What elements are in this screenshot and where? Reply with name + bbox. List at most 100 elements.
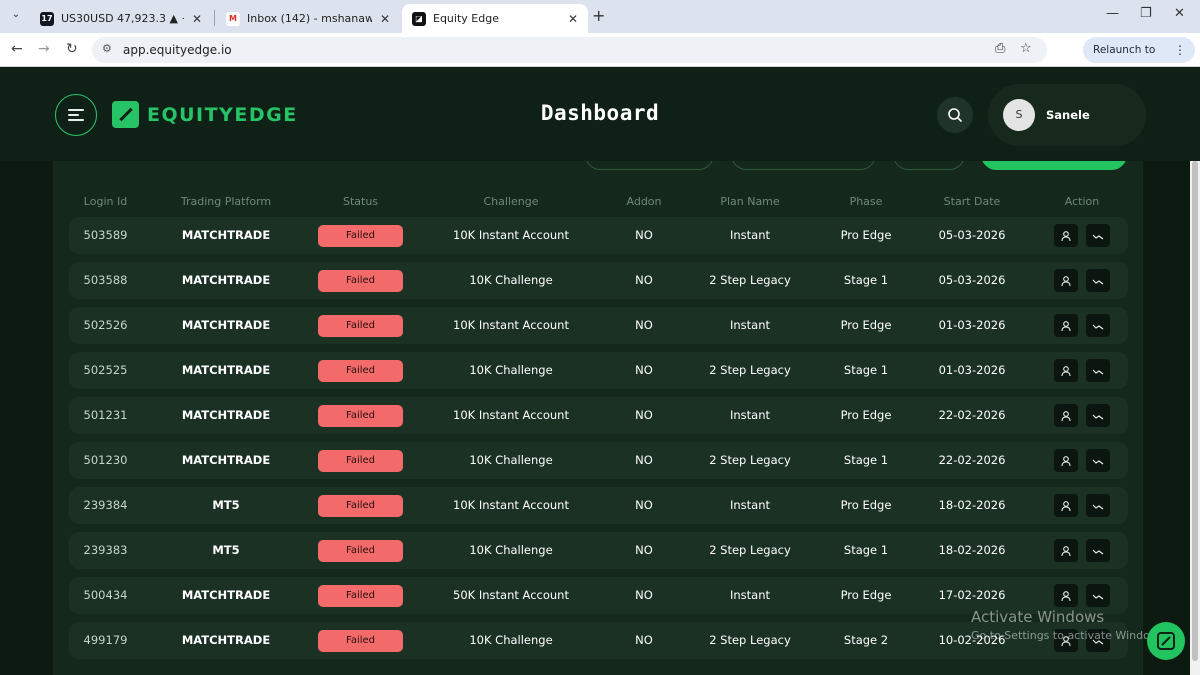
credentials-icon bbox=[1061, 500, 1071, 511]
tab-tradingview[interactable]: 17 US30USD 47,923.3 ▲ +0.46% U ✕ bbox=[30, 4, 212, 33]
cell-platform: MATCHTRADE bbox=[181, 408, 271, 422]
cell-plan-name: Instant bbox=[729, 228, 771, 242]
credentials-icon bbox=[1061, 410, 1071, 421]
analytics-button[interactable] bbox=[1086, 314, 1110, 337]
status-badge: Failed bbox=[318, 360, 403, 382]
analytics-button[interactable] bbox=[1086, 404, 1110, 427]
analytics-button[interactable] bbox=[1086, 494, 1110, 517]
install-app-icon[interactable]: ⎙ bbox=[995, 41, 1005, 56]
more-vert-icon[interactable]: ⋮ bbox=[1174, 37, 1186, 63]
bookmark-star-icon[interactable]: ☆ bbox=[1020, 41, 1032, 56]
restore-icon[interactable]: ❐ bbox=[1140, 6, 1152, 21]
credentials-button[interactable] bbox=[1054, 449, 1078, 472]
relaunch-button[interactable]: Relaunch to update ⋮ bbox=[1083, 37, 1195, 82]
cell-phase: Pro Edge bbox=[840, 408, 892, 422]
cell-login-id: 239384 bbox=[83, 498, 128, 512]
cell-start-date: 05-03-2026 bbox=[938, 228, 1006, 242]
col-addon: Addon bbox=[626, 195, 662, 208]
col-login-id: Login Id bbox=[83, 195, 128, 208]
window-close-icon[interactable]: ✕ bbox=[1174, 6, 1185, 21]
credentials-button[interactable] bbox=[1054, 269, 1078, 292]
trend-chart-icon bbox=[1092, 504, 1104, 509]
tab-title: Equity Edge bbox=[433, 12, 499, 25]
filter-button[interactable] bbox=[731, 161, 876, 170]
cell-addon: NO bbox=[635, 363, 653, 377]
cell-platform: MATCHTRADE bbox=[181, 453, 271, 467]
cell-challenge: 10K Challenge bbox=[469, 363, 553, 377]
close-icon[interactable]: ✕ bbox=[192, 12, 202, 26]
cell-start-date: 18-02-2026 bbox=[938, 498, 1006, 512]
cell-phase: Stage 2 bbox=[843, 633, 889, 647]
table-row: 499179 MATCHTRADE Failed 10K Challenge NO 2 S… bbox=[69, 622, 1128, 659]
analytics-button[interactable] bbox=[1086, 449, 1110, 472]
cell-challenge: 10K Challenge bbox=[469, 633, 553, 647]
analytics-button[interactable] bbox=[1086, 539, 1110, 562]
url-text[interactable]: app.equityedge.io bbox=[123, 43, 232, 57]
table-row: 503588 MATCHTRADE Failed 10K Challenge NO 2 S… bbox=[69, 262, 1128, 299]
cell-plan-name: Instant bbox=[729, 408, 771, 422]
tab-divider bbox=[214, 10, 215, 26]
scrollbar-thumb[interactable] bbox=[1192, 161, 1198, 661]
tab-title: US30USD 47,923.3 ▲ +0.46% U bbox=[61, 12, 184, 25]
cell-challenge: 10K Instant Account bbox=[453, 228, 569, 242]
cell-phase: Pro Edge bbox=[840, 588, 892, 602]
browser-tab-strip: ⌄ 17 US30USD 47,923.3 ▲ +0.46% U ✕ M Inb… bbox=[0, 0, 1200, 33]
credentials-button[interactable] bbox=[1054, 359, 1078, 382]
user-menu[interactable]: S Sanele bbox=[988, 84, 1146, 146]
cell-challenge: 10K Challenge bbox=[469, 273, 553, 287]
close-icon[interactable]: ✕ bbox=[380, 12, 390, 26]
cell-addon: NO bbox=[635, 543, 653, 557]
credentials-button[interactable] bbox=[1054, 404, 1078, 427]
back-icon[interactable]: ← bbox=[11, 41, 23, 57]
tab-equity-edge[interactable]: ◪ Equity Edge ✕ bbox=[402, 4, 588, 33]
credentials-button[interactable] bbox=[1054, 224, 1078, 247]
reload-icon[interactable]: ↻ bbox=[66, 41, 78, 57]
site-info-icon[interactable]: ⚙ bbox=[102, 42, 112, 55]
cell-platform: MATCHTRADE bbox=[181, 228, 271, 242]
cell-platform: MATCHTRADE bbox=[181, 363, 271, 377]
cell-login-id: 502525 bbox=[83, 363, 128, 377]
minimize-icon[interactable]: — bbox=[1106, 6, 1119, 21]
cell-platform: MATCHTRADE bbox=[181, 588, 271, 602]
cell-start-date: 18-02-2026 bbox=[938, 543, 1006, 557]
primary-action-button[interactable] bbox=[981, 161, 1127, 170]
cell-addon: NO bbox=[635, 588, 653, 602]
analytics-button[interactable] bbox=[1086, 359, 1110, 382]
cell-plan-name: 2 Step Legacy bbox=[709, 453, 791, 467]
search-button[interactable] bbox=[937, 97, 973, 133]
status-badge: Failed bbox=[318, 630, 403, 652]
credentials-button[interactable] bbox=[1054, 539, 1078, 562]
scrollbar[interactable] bbox=[1190, 161, 1200, 675]
trend-chart-icon bbox=[1092, 279, 1104, 284]
analytics-button[interactable] bbox=[1086, 224, 1110, 247]
new-tab-icon[interactable]: + bbox=[592, 6, 605, 25]
col-phase: Phase bbox=[849, 195, 883, 208]
forward-icon[interactable]: → bbox=[38, 41, 50, 57]
cell-start-date: 01-03-2026 bbox=[938, 318, 1006, 332]
filter-button[interactable] bbox=[893, 161, 965, 170]
analytics-button[interactable] bbox=[1086, 269, 1110, 292]
analytics-button[interactable] bbox=[1086, 584, 1110, 607]
table-row: 502525 MATCHTRADE Failed 10K Challenge NO 2 S… bbox=[69, 352, 1128, 389]
app-header: EQUITYEDGE Dashboard S Sanele bbox=[0, 68, 1200, 161]
cell-phase: Pro Edge bbox=[840, 498, 892, 512]
cell-start-date: 05-03-2026 bbox=[938, 273, 1006, 287]
cell-login-id: 502526 bbox=[83, 318, 128, 332]
credentials-button[interactable] bbox=[1054, 584, 1078, 607]
table-row: 501231 MATCHTRADE Failed 10K Instant Accoun… bbox=[69, 397, 1128, 434]
cell-phase: Stage 1 bbox=[843, 453, 889, 467]
tab-gmail[interactable]: M Inbox (142) - mshanaweforex@ ✕ bbox=[216, 4, 400, 33]
filter-button[interactable] bbox=[585, 161, 714, 170]
credentials-button[interactable] bbox=[1054, 314, 1078, 337]
chat-widget-button[interactable] bbox=[1147, 622, 1185, 660]
cell-addon: NO bbox=[635, 228, 653, 242]
close-icon[interactable]: ✕ bbox=[568, 12, 578, 26]
table-row: 501230 MATCHTRADE Failed 10K Challenge NO 2 S… bbox=[69, 442, 1128, 479]
credentials-button[interactable] bbox=[1054, 494, 1078, 517]
omnibox[interactable]: ⚙ app.equityedge.io ⎙ ☆ bbox=[92, 37, 1047, 63]
tab-search-chevron-icon[interactable]: ⌄ bbox=[7, 6, 25, 24]
trend-chart-icon bbox=[1092, 459, 1104, 464]
chat-logo-icon bbox=[1157, 632, 1175, 650]
cell-plan-name: 2 Step Legacy bbox=[709, 543, 791, 557]
cell-challenge: 10K Instant Account bbox=[453, 498, 569, 512]
